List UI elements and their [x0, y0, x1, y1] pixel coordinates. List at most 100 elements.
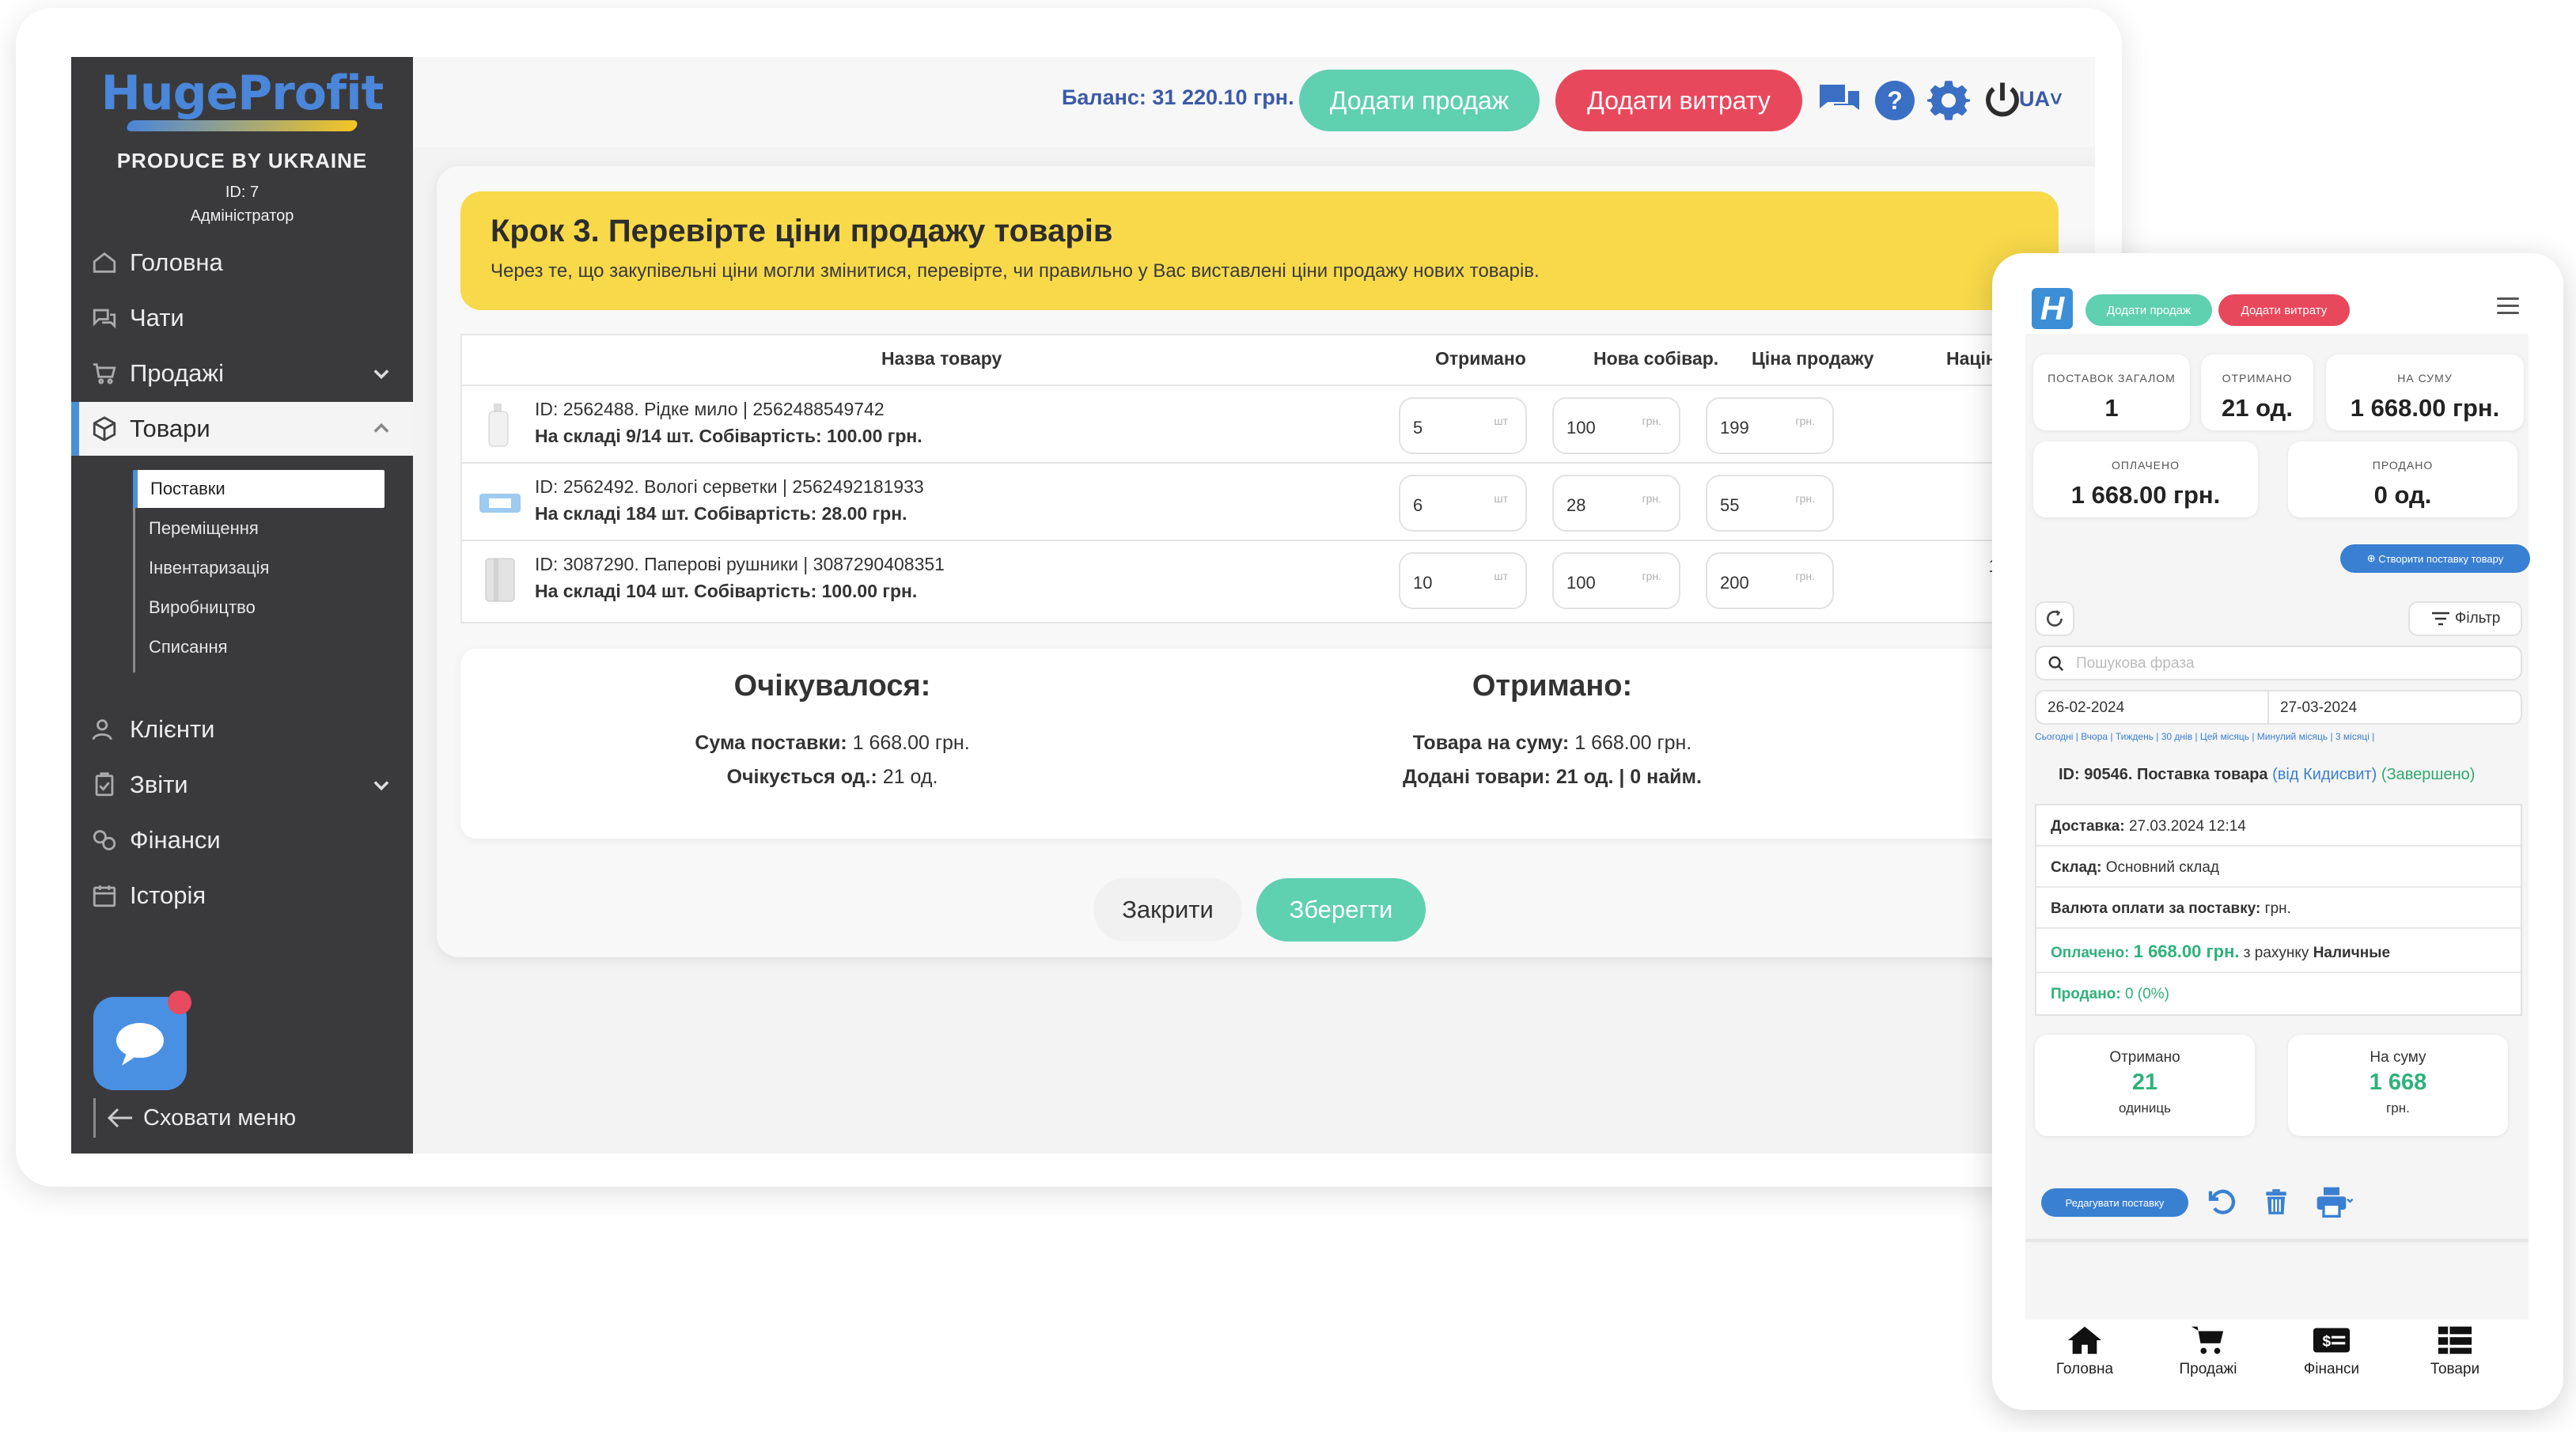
received-qty-input[interactable]: 10 шт — [1399, 552, 1527, 609]
edit-delivery-button[interactable]: Редагувати поставку — [2041, 1188, 2188, 1217]
money-icon: $ — [2313, 1328, 2351, 1353]
trash-icon[interactable] — [2258, 1184, 2294, 1220]
tab-label: Товари — [2430, 1361, 2480, 1377]
delivery-header: ID: 90546. Поставка товара (від Кидисвит… — [2059, 766, 2475, 784]
submenu-item-writeoffs[interactable]: Списання — [133, 628, 385, 666]
create-delivery-button[interactable]: ⊕ Створити поставку товару — [2340, 544, 2530, 573]
list-icon — [2438, 1326, 2472, 1354]
stat-value: 1 668.00 грн. — [2350, 394, 2500, 422]
add-sale-button[interactable]: Додати продаж — [1299, 70, 1540, 131]
hide-menu-button[interactable]: Сховати меню — [93, 1098, 296, 1138]
detail-label: Склад: — [2051, 859, 2102, 876]
sidebar-item-history[interactable]: Історія — [71, 869, 413, 922]
delivery-id: ID: 90546. Поставка товара — [2059, 766, 2268, 783]
step-description: Через те, що закупівельні ціни могли змі… — [491, 260, 1540, 282]
price-input[interactable]: 55 грн. — [1706, 475, 1834, 532]
filter-icon — [2431, 612, 2449, 626]
expected-sum-label: Сума поставки: — [695, 732, 847, 754]
tab-products[interactable]: Товари — [2396, 1324, 2514, 1378]
unit-label: грн. — [1642, 415, 1661, 427]
stat-paid: ОПЛАЧЕНО 1 668.00 грн. — [2033, 441, 2258, 517]
submenu-item-deliveries[interactable]: Поставки — [133, 470, 385, 508]
language-select[interactable]: UA˅ — [2019, 87, 2063, 112]
stat-value: 1 — [2104, 394, 2119, 422]
product-stock: На складі 184 шт. Собівартість: 28.00 гр… — [535, 503, 907, 524]
card-unit: грн. — [2386, 1101, 2410, 1116]
stat-label: ПРОДАНО — [2372, 459, 2434, 472]
sidebar-item-chats[interactable]: Чати — [71, 291, 413, 345]
detail-from: з рахунку — [2243, 945, 2309, 961]
submenu-item-transfers[interactable]: Переміщення — [133, 510, 385, 547]
price-input[interactable]: 199 грн. — [1706, 397, 1834, 454]
received-qty-input[interactable]: 6 шт — [1399, 475, 1527, 532]
sidebar-item-reports[interactable]: Звіти — [71, 758, 413, 812]
print-icon[interactable] — [2313, 1184, 2358, 1220]
date-to-input[interactable]: 27-03-2024 — [2267, 690, 2522, 725]
input-value: 200 — [1720, 573, 1749, 593]
quick-date-ranges[interactable]: Сьогодні | Вчора | Тиждень | 30 днів | Ц… — [2035, 731, 2374, 742]
mobile-add-expense-button[interactable]: Додати витрату — [2218, 294, 2350, 326]
sidebar-item-products[interactable]: Товари — [71, 402, 413, 456]
price-input[interactable]: 200 грн. — [1706, 552, 1834, 609]
sidebar-item-label: Продажі — [130, 359, 225, 387]
expected-qty-value: 21 од. — [882, 766, 938, 788]
search-input[interactable]: Пошукова фраза — [2035, 646, 2522, 680]
sidebar-item-home[interactable]: Головна — [71, 236, 413, 290]
mobile-add-sale-button[interactable]: Додати продаж — [2085, 294, 2212, 326]
submenu-item-production[interactable]: Виробництво — [133, 589, 385, 627]
logo[interactable]: HugeProfit PRODUCE BY UKRAINE — [71, 62, 413, 173]
mobile-screen: H Додати продаж Додати витрату ПОСТАВОК … — [2025, 278, 2530, 1402]
gear-icon[interactable] — [1926, 78, 1972, 123]
detail-row-paid: Оплачено: 1 668.00 грн. з рахунку Наличн… — [2036, 929, 2521, 973]
sidebar-item-finance[interactable]: Фінанси — [71, 813, 413, 867]
submenu-item-inventory[interactable]: Інвентаризація — [133, 549, 385, 587]
expected-title: Очікувалося: — [733, 669, 931, 703]
bottom-tab-bar: Головна Продажі $ Фінанси Товари — [2025, 1320, 2529, 1402]
date-from-input[interactable]: 26-02-2024 — [2035, 690, 2269, 725]
arrow-left-icon — [107, 1108, 132, 1128]
table-row: ID: 2562492. Вологі серветки | 256249218… — [462, 462, 2076, 540]
filter-label: Фільтр — [2454, 610, 2501, 627]
filter-button[interactable]: Фільтр — [2408, 601, 2522, 636]
cost-input[interactable]: 100 грн. — [1552, 552, 1680, 609]
tab-finance[interactable]: $ Фінанси — [2272, 1324, 2391, 1378]
detail-label: Продано: — [2051, 986, 2121, 1002]
help-icon[interactable]: ? — [1872, 78, 1918, 123]
delivery-supplier-link[interactable]: (від Кидисвит) — [2272, 766, 2377, 783]
stat-received: ОТРИМАНО 21 од. — [2201, 354, 2313, 430]
unit-label: грн. — [1795, 570, 1815, 582]
add-expense-button[interactable]: Додати витрату — [1555, 70, 1802, 131]
user-icon — [89, 714, 120, 745]
home-icon — [2067, 1326, 2102, 1354]
chevron-down-icon — [373, 781, 389, 791]
product-title: ID: 2562488. Рідке мило | 2562488549742 — [535, 399, 885, 419]
chevron-down-icon — [373, 369, 389, 380]
products-table: Назва товару Отримано Нова собівар. Ціна… — [460, 334, 2076, 623]
stat-deliveries-total: ПОСТАВОК ЗАГАЛОМ 1 — [2033, 354, 2190, 430]
cost-input[interactable]: 28 грн. — [1552, 475, 1680, 532]
card-value: 1 668 — [2369, 1070, 2427, 1095]
cost-input[interactable]: 100 грн. — [1552, 397, 1680, 454]
received-added-text: Додані товари: 21 од. | 0 найм. — [1403, 766, 1702, 788]
refresh-button[interactable] — [2035, 601, 2074, 636]
input-value: 10 — [1413, 573, 1433, 593]
received-qty-input[interactable]: 5 шт — [1399, 397, 1527, 454]
sidebar-item-sales[interactable]: Продажі — [71, 347, 413, 400]
save-button[interactable]: Зберегти — [1256, 878, 1426, 941]
sidebar-item-clients[interactable]: Клієнти — [71, 703, 413, 756]
expected-qty-label: Очікується од.: — [726, 766, 877, 788]
input-value: 100 — [1566, 573, 1596, 593]
product-title: ID: 2562492. Вологі серветки | 256249218… — [535, 476, 924, 497]
hamburger-menu-icon[interactable] — [2497, 297, 2519, 319]
close-button[interactable]: Закрити — [1093, 878, 1242, 941]
notification-dot — [168, 991, 191, 1014]
chats-icon[interactable] — [1816, 78, 1862, 123]
sidebar-item-label: Головна — [130, 248, 223, 276]
tab-sales[interactable]: Продажі — [2149, 1324, 2267, 1378]
tab-home[interactable]: Головна — [2025, 1324, 2144, 1378]
unit-label: грн. — [1795, 492, 1815, 505]
mobile-logo[interactable]: H — [2032, 288, 2073, 329]
undo-icon[interactable] — [2204, 1184, 2241, 1220]
stat-value: 21 од. — [2222, 394, 2293, 422]
detail-label: Валюта оплати за поставку: — [2051, 900, 2261, 917]
